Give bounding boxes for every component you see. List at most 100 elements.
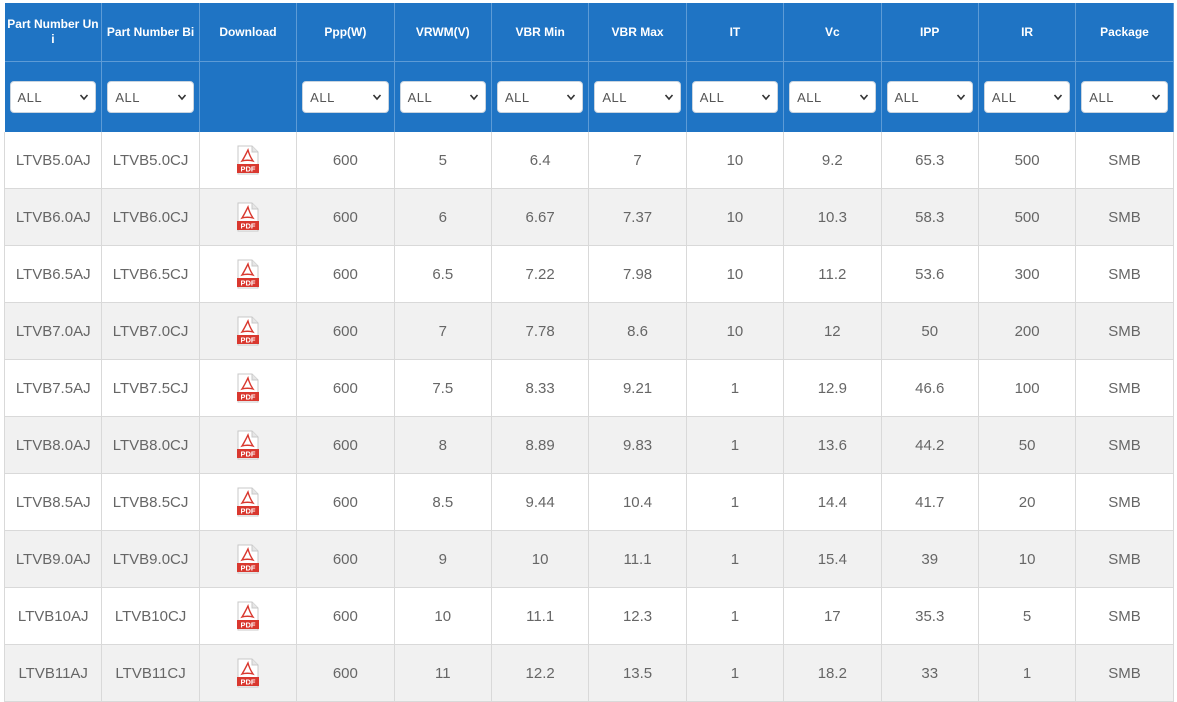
cell-package: SMB bbox=[1075, 245, 1174, 303]
filter-select-part-number-uni[interactable]: ALL bbox=[9, 81, 97, 113]
cell-vbr-max: 9.83 bbox=[588, 416, 687, 474]
cell-it: 1 bbox=[686, 359, 785, 417]
cell-ipp: 44.2 bbox=[881, 416, 979, 474]
filter-select-it[interactable]: ALL bbox=[691, 81, 779, 113]
cell-it: 1 bbox=[686, 473, 785, 531]
pdf-file-icon: PDF bbox=[236, 202, 259, 232]
filter-cell-vbr-min: ALL bbox=[491, 61, 590, 132]
cell-vbr-min: 6.4 bbox=[491, 132, 590, 189]
pdf-file-icon: PDF bbox=[236, 601, 259, 631]
cell-download[interactable]: PDF bbox=[199, 644, 298, 702]
cell-ipp: 50 bbox=[881, 302, 979, 360]
cell-download[interactable]: PDF bbox=[199, 359, 298, 417]
cell-download[interactable]: PDF bbox=[199, 302, 298, 360]
cell-part-number-uni: LTVB11AJ bbox=[3, 644, 103, 702]
cell-vc: 13.6 bbox=[783, 416, 882, 474]
table-row: LTVB10AJ LTVB10CJ PDF 600 10 11.1 12.3 1 17 35.3 5… bbox=[3, 587, 1174, 645]
chevron-down-icon bbox=[469, 94, 479, 101]
chevron-down-icon bbox=[762, 94, 771, 101]
cell-vbr-min: 11.1 bbox=[491, 587, 590, 645]
table-row: LTVB11AJ LTVB11CJ PDF 600 11 12.2 13.5 1 18.2 33 1… bbox=[3, 644, 1174, 702]
header-ppp[interactable]: Ppp(W) bbox=[296, 3, 395, 62]
cell-ppp: 600 bbox=[296, 530, 395, 588]
header-package[interactable]: Package bbox=[1075, 3, 1174, 62]
svg-text:PDF: PDF bbox=[240, 507, 255, 516]
filter-value: ALL bbox=[407, 89, 433, 105]
pdf-file-icon: PDF bbox=[236, 658, 259, 688]
filter-value: ALL bbox=[17, 89, 43, 105]
cell-ppp: 600 bbox=[296, 587, 395, 645]
header-part-number-bi[interactable]: Part Number Bi bbox=[101, 3, 200, 62]
cell-ir: 10 bbox=[978, 530, 1077, 588]
chevron-down-icon bbox=[859, 94, 868, 101]
cell-ir: 200 bbox=[978, 302, 1077, 360]
header-ipp[interactable]: IPP bbox=[881, 3, 979, 62]
filter-select-ir[interactable]: ALL bbox=[983, 81, 1071, 113]
cell-vbr-min: 8.89 bbox=[491, 416, 590, 474]
header-vbr-min[interactable]: VBR Min bbox=[491, 3, 590, 62]
header-it[interactable]: IT bbox=[686, 3, 785, 62]
cell-ppp: 600 bbox=[296, 359, 395, 417]
cell-vrwm: 8.5 bbox=[394, 473, 492, 531]
svg-text:PDF: PDF bbox=[240, 450, 255, 459]
cell-download[interactable]: PDF bbox=[199, 188, 298, 246]
filter-value: ALL bbox=[602, 89, 627, 105]
pdf-file-icon: PDF bbox=[236, 487, 259, 517]
pdf-file-icon: PDF bbox=[236, 145, 259, 175]
cell-ipp: 53.6 bbox=[881, 245, 979, 303]
cell-download[interactable]: PDF bbox=[199, 530, 298, 588]
cell-ipp: 35.3 bbox=[881, 587, 979, 645]
cell-it: 1 bbox=[686, 416, 785, 474]
filter-select-ppp[interactable]: ALL bbox=[302, 81, 389, 113]
filter-select-vbr-max[interactable]: ALL bbox=[594, 81, 681, 113]
header-row: Part Number Uni Part Number Bi Download … bbox=[4, 3, 1174, 62]
cell-download[interactable]: PDF bbox=[199, 132, 298, 189]
filter-select-part-number-bi[interactable]: ALL bbox=[107, 81, 194, 113]
cell-ppp: 600 bbox=[296, 245, 395, 303]
cell-vbr-min: 7.78 bbox=[491, 302, 590, 360]
cell-vrwm: 9 bbox=[394, 530, 492, 588]
cell-part-number-bi: LTVB7.0CJ bbox=[101, 302, 200, 360]
header-ir[interactable]: IR bbox=[978, 3, 1077, 62]
cell-vrwm: 10 bbox=[394, 587, 492, 645]
cell-part-number-uni: LTVB8.5AJ bbox=[3, 473, 103, 531]
filter-cell-package: ALL bbox=[1075, 61, 1174, 132]
cell-package: SMB bbox=[1075, 359, 1174, 417]
cell-package: SMB bbox=[1075, 132, 1174, 189]
svg-text:PDF: PDF bbox=[240, 678, 255, 687]
cell-part-number-bi: LTVB7.5CJ bbox=[101, 359, 200, 417]
filter-select-vc[interactable]: ALL bbox=[789, 81, 876, 113]
filter-select-ipp[interactable]: ALL bbox=[886, 81, 973, 113]
cell-download[interactable]: PDF bbox=[199, 416, 298, 474]
cell-ir: 5 bbox=[978, 587, 1077, 645]
pdf-file-icon: PDF bbox=[236, 544, 259, 574]
cell-download[interactable]: PDF bbox=[199, 473, 298, 531]
header-vbr-max[interactable]: VBR Max bbox=[588, 3, 687, 62]
cell-vbr-max: 9.21 bbox=[588, 359, 687, 417]
cell-package: SMB bbox=[1075, 473, 1174, 531]
cell-vbr-max: 12.3 bbox=[588, 587, 687, 645]
cell-vrwm: 5 bbox=[394, 132, 492, 189]
chevron-down-icon bbox=[80, 94, 89, 101]
cell-vbr-min: 7.22 bbox=[491, 245, 590, 303]
header-vc[interactable]: Vc bbox=[783, 3, 882, 62]
cell-vc: 9.2 bbox=[783, 132, 882, 189]
cell-ipp: 33 bbox=[881, 644, 979, 702]
cell-ir: 50 bbox=[978, 416, 1077, 474]
filter-value: ALL bbox=[115, 89, 141, 105]
header-part-number-uni[interactable]: Part Number Uni bbox=[4, 3, 103, 62]
cell-vbr-max: 10.4 bbox=[588, 473, 687, 531]
filter-cell-ppp: ALL bbox=[296, 61, 395, 132]
cell-part-number-bi: LTVB8.5CJ bbox=[101, 473, 200, 531]
cell-ir: 100 bbox=[978, 359, 1077, 417]
header-vrwm[interactable]: VRWM(V) bbox=[394, 3, 492, 62]
cell-download[interactable]: PDF bbox=[199, 245, 298, 303]
cell-download[interactable]: PDF bbox=[199, 587, 298, 645]
cell-package: SMB bbox=[1075, 587, 1174, 645]
filter-select-package[interactable]: ALL bbox=[1081, 81, 1168, 113]
filter-value: ALL bbox=[310, 89, 335, 105]
filter-select-vrwm[interactable]: ALL bbox=[399, 81, 486, 113]
cell-vrwm: 11 bbox=[394, 644, 492, 702]
filter-select-vbr-min[interactable]: ALL bbox=[496, 81, 584, 113]
chevron-down-icon bbox=[1151, 94, 1160, 101]
